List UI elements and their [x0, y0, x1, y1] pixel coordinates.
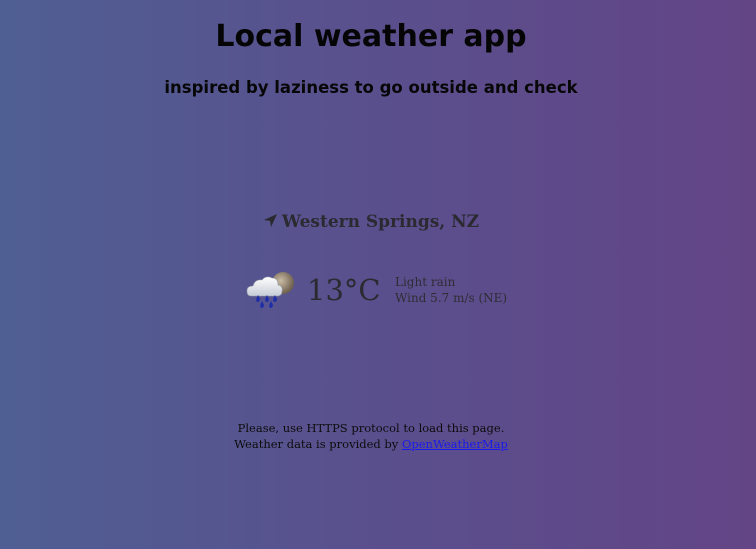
weather-details: Light rain Wind 5.7 m/s (NE) — [395, 274, 507, 306]
temperature: 13°C — [307, 273, 381, 307]
location-arrow-icon — [263, 213, 277, 228]
provider-attribution: Weather data is provided by OpenWeatherM… — [0, 437, 742, 453]
location-name: Western Springs, NZ — [281, 212, 480, 232]
wind-info: Wind 5.7 m/s (NE) — [395, 291, 508, 305]
light-rain-icon — [246, 272, 294, 308]
location-display: Western Springs, NZ — [0, 210, 742, 234]
footer: Please, use HTTPS protocol to load this … — [0, 421, 742, 452]
openweathermap-link[interactable]: OpenWeatherMap — [402, 437, 508, 451]
weather-condition: Light rain — [395, 275, 456, 289]
app-subtitle: inspired by laziness to go outside and c… — [164, 78, 578, 97]
provider-text: Weather data is provided by — [234, 436, 402, 451]
https-notice: Please, use HTTPS protocol to load this … — [237, 421, 505, 435]
app-title: Local weather app — [215, 19, 527, 54]
